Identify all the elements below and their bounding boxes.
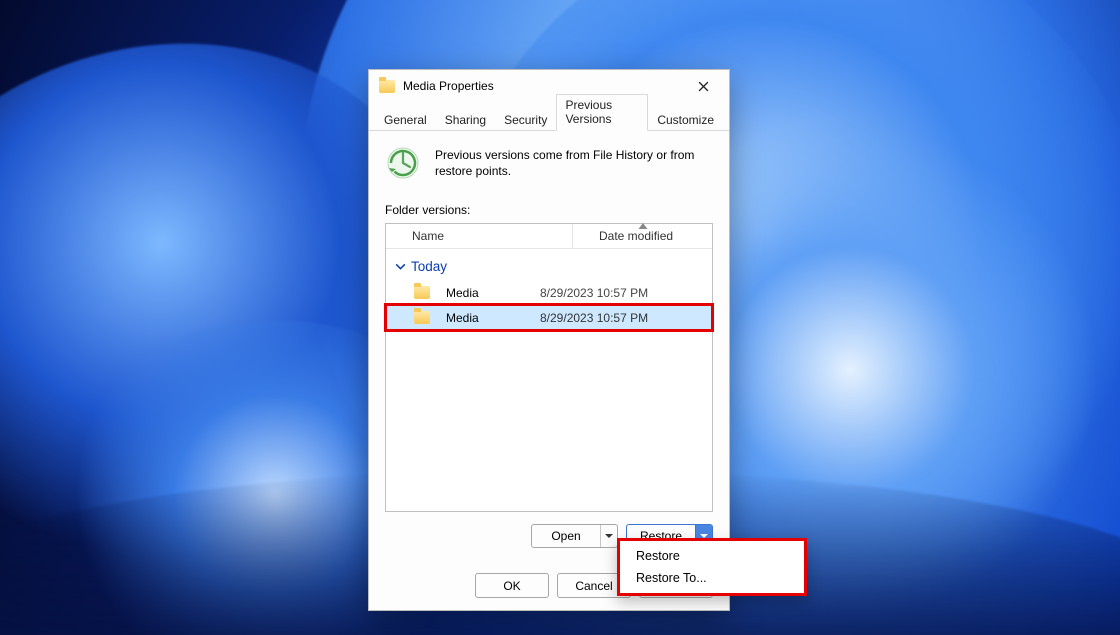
close-button[interactable] <box>683 72 723 100</box>
chevron-down-icon <box>394 260 407 273</box>
item-name: Media <box>446 311 479 325</box>
item-name: Media <box>446 286 479 300</box>
open-dropdown-button[interactable] <box>600 525 617 547</box>
titlebar[interactable]: Media Properties <box>369 70 729 102</box>
open-splitbutton: Open <box>531 524 618 548</box>
folder-icon <box>414 286 430 299</box>
item-date: 8/29/2023 10:57 PM <box>540 311 712 325</box>
open-button[interactable]: Open <box>532 525 600 547</box>
tab-security[interactable]: Security <box>495 109 556 131</box>
chevron-down-icon <box>605 532 613 540</box>
column-date[interactable]: Date modified <box>572 224 712 248</box>
group-today[interactable]: Today <box>386 253 712 280</box>
restore-menu: Restore Restore To... <box>617 538 807 596</box>
column-name[interactable]: Name <box>386 224 572 248</box>
ok-button[interactable]: OK <box>475 573 549 598</box>
tab-previous-versions[interactable]: Previous Versions <box>556 94 648 131</box>
versions-list: Name Date modified Today Media <box>385 223 713 512</box>
properties-dialog: Media Properties General Sharing Securit… <box>368 69 730 611</box>
item-date: 8/29/2023 10:57 PM <box>540 286 712 300</box>
list-item[interactable]: Media 8/29/2023 10:57 PM <box>386 305 712 330</box>
tab-sharing[interactable]: Sharing <box>436 109 495 131</box>
file-history-icon <box>385 145 421 181</box>
close-icon <box>698 81 709 92</box>
menu-item-restore-to[interactable]: Restore To... <box>622 567 802 589</box>
tab-customize[interactable]: Customize <box>648 109 723 131</box>
sort-asc-icon <box>638 223 647 229</box>
window-title: Media Properties <box>403 79 683 93</box>
section-label: Folder versions: <box>385 203 713 217</box>
folder-icon <box>414 311 430 324</box>
list-header[interactable]: Name Date modified <box>386 224 712 249</box>
menu-item-restore[interactable]: Restore <box>622 545 802 567</box>
tab-general[interactable]: General <box>375 109 436 131</box>
tabstrip: General Sharing Security Previous Versio… <box>369 102 729 131</box>
info-text: Previous versions come from File History… <box>435 145 713 179</box>
desktop-wallpaper: Media Properties General Sharing Securit… <box>0 0 1120 635</box>
folder-icon <box>379 80 395 93</box>
list-item[interactable]: Media 8/29/2023 10:57 PM <box>386 280 712 305</box>
